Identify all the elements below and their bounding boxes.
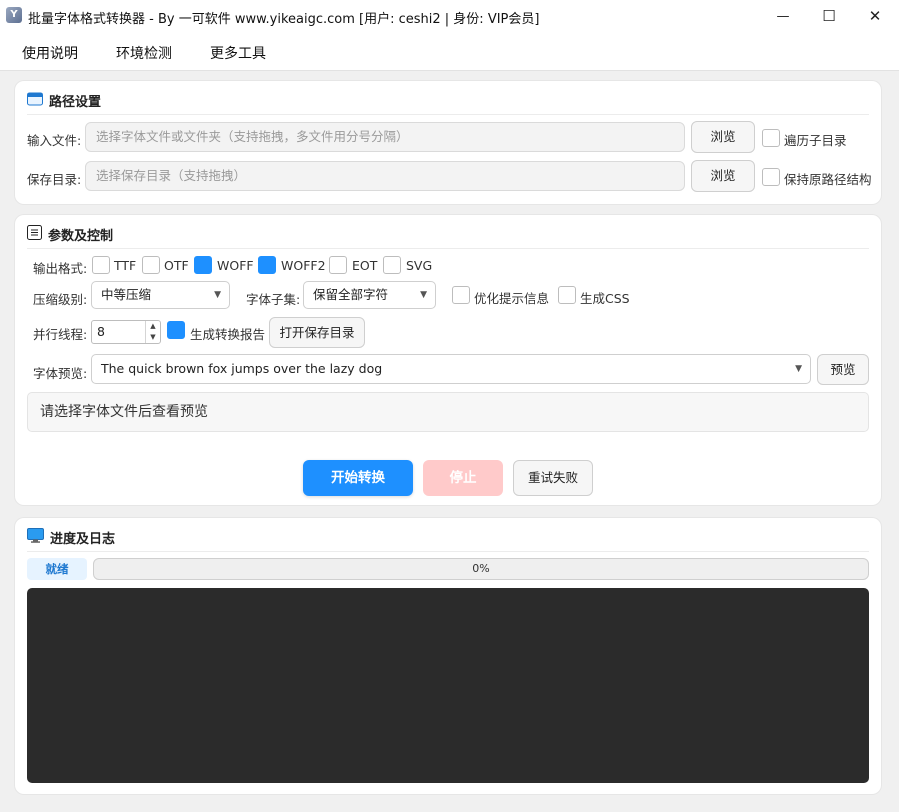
gen-css-checkbox[interactable] [558, 286, 576, 304]
subset-value: 保留全部字符 [313, 287, 389, 302]
optimize-hint-label: 优化提示信息 [474, 291, 550, 306]
threads-spinbox[interactable]: 8 ▲ ▼ [91, 320, 161, 344]
format-ttf-checkbox[interactable] [92, 256, 110, 274]
close-button[interactable]: ✕ [852, 0, 898, 32]
params-title: 参数及控制 [27, 225, 113, 244]
menu-item-help[interactable]: 使用说明 [22, 43, 78, 63]
divider [27, 551, 869, 552]
report-label: 生成转换报告 [190, 327, 266, 342]
format-woff-checkbox[interactable] [194, 256, 212, 274]
format-eot-label: EOT [352, 258, 378, 273]
compression-label: 压缩级别: [33, 292, 88, 307]
title-bar: Y 批量字体格式转换器 - By 一可软件 www.yikeaigc.com [… [0, 0, 899, 32]
close-icon: ✕ [868, 7, 882, 25]
log-title: 进度及日志 [27, 528, 115, 547]
input-browse-button[interactable]: 浏览 [691, 121, 755, 153]
path-settings-title-text: 路径设置 [49, 95, 102, 110]
keep-structure-label: 保持原路径结构 [784, 172, 872, 187]
maximize-button[interactable]: ☐ [806, 0, 852, 32]
window-title: 批量字体格式转换器 - By 一可软件 www.yikeaigc.com [用户… [28, 12, 540, 27]
format-woff2-label: WOFF2 [281, 258, 326, 273]
monitor-icon [27, 528, 44, 547]
gen-css-label: 生成CSS [580, 291, 630, 306]
stop-button[interactable]: 停止 [423, 460, 503, 496]
compression-value: 中等压缩 [101, 287, 152, 302]
start-convert-button[interactable]: 开始转换 [303, 460, 413, 496]
minimize-icon: — [776, 8, 790, 24]
menu-bar: 使用说明 环境检测 更多工具 [0, 32, 899, 71]
spin-arrows-icon[interactable]: ▲ ▼ [145, 321, 160, 343]
format-woff2-checkbox[interactable] [258, 256, 276, 274]
folder-icon [27, 92, 43, 110]
preview-button[interactable]: 预览 [817, 354, 869, 385]
minimize-button[interactable]: — [760, 0, 806, 32]
output-format-label: 输出格式: [33, 261, 88, 276]
subset-label: 字体子集: [246, 292, 301, 307]
path-settings-panel: 路径设置 输入文件: 选择字体文件或文件夹（支持拖拽，多文件用分号分隔） 浏览 … [15, 81, 881, 204]
recursive-label: 遍历子目录 [784, 133, 847, 148]
format-ttf-label: TTF [114, 258, 137, 273]
font-preview-label: 字体预览: [33, 366, 88, 381]
threads-value: 8 [97, 324, 105, 339]
list-icon [27, 225, 42, 244]
menu-item-more-tools[interactable]: 更多工具 [210, 43, 266, 63]
maximize-icon: ☐ [822, 7, 836, 25]
menu-item-env-check[interactable]: 环境检测 [116, 43, 172, 63]
format-eot-checkbox[interactable] [329, 256, 347, 274]
format-otf-checkbox[interactable] [142, 256, 160, 274]
app-icon: Y [6, 7, 22, 23]
format-otf-label: OTF [164, 258, 189, 273]
format-svg-label: SVG [406, 258, 433, 273]
report-checkbox[interactable] [167, 321, 185, 339]
open-output-dir-button[interactable]: 打开保存目录 [269, 317, 365, 348]
retry-failed-button[interactable]: 重试失败 [513, 460, 593, 496]
status-badge: 就绪 [27, 558, 87, 580]
font-preview-area: 请选择字体文件后查看预览 [27, 392, 869, 432]
optimize-hint-checkbox[interactable] [452, 286, 470, 304]
divider [27, 248, 869, 249]
output-dir-field[interactable]: 选择保存目录（支持拖拽） [85, 161, 685, 191]
log-output[interactable] [27, 588, 869, 783]
format-woff-label: WOFF [217, 258, 254, 273]
recursive-checkbox[interactable] [762, 129, 780, 147]
preview-text-combo[interactable]: The quick brown fox jumps over the lazy … [91, 354, 811, 384]
chevron-down-icon: ▼ [214, 290, 221, 300]
input-file-field[interactable]: 选择字体文件或文件夹（支持拖拽，多文件用分号分隔） [85, 122, 685, 152]
subset-select[interactable]: 保留全部字符 ▼ [303, 281, 436, 309]
log-title-text: 进度及日志 [50, 532, 116, 547]
output-browse-button[interactable]: 浏览 [691, 160, 755, 192]
preview-text-value: The quick brown fox jumps over the lazy … [101, 361, 383, 376]
params-title-text: 参数及控制 [48, 229, 114, 244]
output-dir-label: 保存目录: [27, 172, 82, 187]
progress-bar: 0% [93, 558, 869, 580]
compression-select[interactable]: 中等压缩 ▼ [91, 281, 230, 309]
chevron-down-icon: ▼ [420, 290, 427, 300]
keep-structure-checkbox[interactable] [762, 168, 780, 186]
threads-label: 并行线程: [33, 327, 88, 342]
log-panel: 进度及日志 就绪 0% [15, 518, 881, 794]
input-file-label: 输入文件: [27, 133, 82, 148]
chevron-down-icon: ▼ [795, 364, 802, 374]
params-panel: 参数及控制 输出格式: TTF OTF WOFF WOFF2 EOT SVG 压… [15, 215, 881, 505]
divider [27, 114, 869, 115]
format-svg-checkbox[interactable] [383, 256, 401, 274]
path-settings-title: 路径设置 [27, 91, 101, 110]
progress-text: 0% [472, 562, 490, 575]
